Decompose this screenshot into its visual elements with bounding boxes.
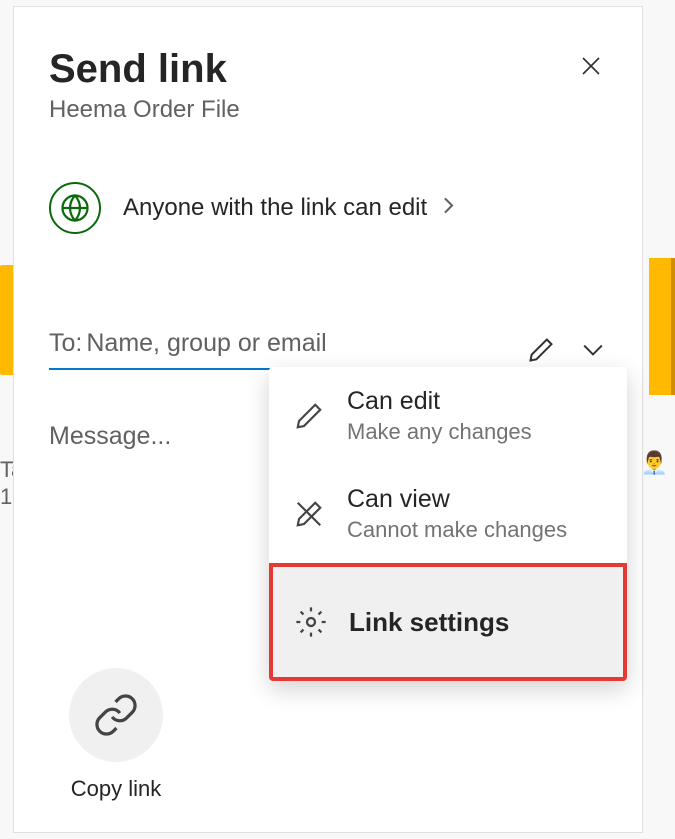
dropdown-item-can-edit[interactable]: Can edit Make any changes — [269, 367, 627, 465]
copy-link-button[interactable] — [69, 668, 163, 762]
dropdown-item-subtitle: Cannot make changes — [347, 517, 567, 543]
close-icon — [579, 54, 603, 78]
globe-icon — [60, 193, 90, 223]
close-button[interactable] — [575, 50, 607, 82]
dropdown-item-link-settings[interactable]: Link settings — [269, 563, 627, 681]
dropdown-item-title: Link settings — [349, 607, 509, 638]
dropdown-item-title: Can view — [347, 485, 567, 514]
pencil-icon — [291, 398, 327, 434]
dialog-header: Send link Heema Order File — [14, 47, 642, 124]
background-folder-right — [649, 258, 675, 395]
dropdown-item-can-view[interactable]: Can view Cannot make changes — [269, 465, 627, 563]
pencil-crossed-icon — [291, 496, 327, 532]
permission-text: Anyone with the link can edit — [123, 194, 607, 222]
dropdown-item-title: Can edit — [347, 387, 532, 416]
permission-dropdown-button[interactable] — [579, 336, 607, 364]
dropdown-text: Link settings — [349, 607, 509, 638]
send-link-dialog: Send link Heema Order File Anyone with t… — [13, 6, 643, 833]
pencil-icon — [527, 336, 555, 364]
recipients-input[interactable] — [86, 329, 503, 358]
background-folder-left — [0, 265, 13, 375]
gear-icon — [293, 604, 329, 640]
permission-dropdown-menu: Can edit Make any changes Can view Canno… — [269, 367, 627, 681]
background-avatar-icon: 👨‍💼 — [641, 450, 668, 476]
to-label: To: — [49, 329, 82, 358]
copy-link-section: Copy link — [69, 668, 163, 802]
link-icon — [93, 692, 139, 738]
title-group: Send link Heema Order File — [49, 47, 240, 124]
background-text-2: 1 — [0, 484, 12, 510]
link-permission-row[interactable]: Anyone with the link can edit — [14, 182, 642, 234]
dropdown-text: Can view Cannot make changes — [347, 485, 567, 543]
copy-link-label: Copy link — [71, 776, 161, 802]
recipients-input-wrap[interactable]: To: — [49, 329, 503, 370]
recipients-row: To: — [14, 329, 642, 370]
dropdown-item-subtitle: Make any changes — [347, 419, 532, 445]
chevron-right-icon — [442, 194, 455, 221]
chevron-down-icon — [582, 343, 604, 357]
globe-icon-wrap — [49, 182, 101, 234]
edit-permission-button[interactable] — [525, 334, 557, 366]
dialog-subtitle: Heema Order File — [49, 96, 240, 124]
dialog-title: Send link — [49, 47, 240, 92]
dropdown-text: Can edit Make any changes — [347, 387, 532, 445]
